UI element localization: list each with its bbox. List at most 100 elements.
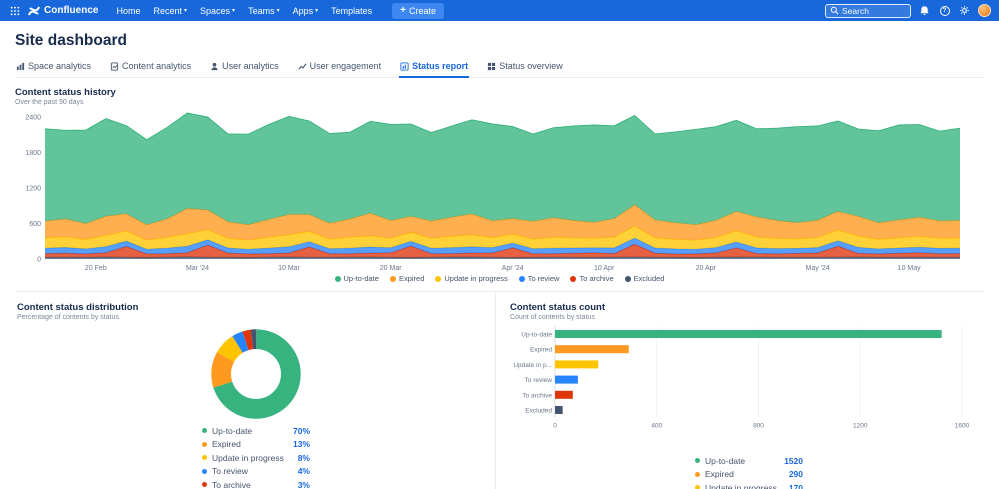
search-box[interactable] xyxy=(825,4,911,18)
legend-label: To review xyxy=(528,274,560,283)
settings-icon[interactable] xyxy=(958,4,971,17)
doc-chart-icon xyxy=(110,62,119,71)
distribution-chart-subtitle: Percentage of contents by status xyxy=(17,314,495,321)
nav-item-home[interactable]: Home xyxy=(110,3,146,19)
x-axis-tick: 10 Apr xyxy=(594,265,615,272)
count-chart-legend: Up-to-date1520Expired290Update in progre… xyxy=(695,454,803,489)
legend-label: Up-to-date xyxy=(344,274,379,283)
legend-dot xyxy=(695,458,700,463)
bar-category-label: To review xyxy=(525,377,553,384)
content-status-history-section: Content status history Over the past 90 … xyxy=(15,87,984,283)
help-icon[interactable]: ? xyxy=(938,4,951,17)
legend-item-up-to-date: Up-to-date xyxy=(335,274,379,283)
legend-dot xyxy=(625,276,631,282)
legend-dot xyxy=(202,469,207,474)
y-axis-tick: 600 xyxy=(29,221,41,228)
y-axis-tick: 1800 xyxy=(25,150,41,157)
tab-status-report[interactable]: Status report xyxy=(399,60,469,78)
x-axis-tick: 20 Mar xyxy=(380,265,402,272)
nav-item-recent[interactable]: Recent▾ xyxy=(147,3,193,19)
legend-label: Update in progress xyxy=(212,453,298,463)
bar-to-review xyxy=(555,376,578,384)
bar-excluded xyxy=(555,406,563,414)
legend-item-expired: Expired xyxy=(390,274,424,283)
legend-item-to-review: To review xyxy=(519,274,560,283)
x-axis-tick: 1200 xyxy=(853,423,868,430)
legend-label: Update in progress xyxy=(444,274,507,283)
bar-update-in-progress xyxy=(555,360,598,368)
top-nav: Confluence HomeRecent▾Spaces▾Teams▾Apps▾… xyxy=(0,0,999,21)
tab-user-engagement[interactable]: User engagement xyxy=(297,60,383,78)
x-axis-tick: 400 xyxy=(651,423,662,430)
legend-label: Excluded xyxy=(634,274,665,283)
create-button-label: Create xyxy=(409,6,436,16)
nav-item-label: Templates xyxy=(331,6,372,16)
legend-value: 290 xyxy=(789,469,803,479)
search-icon xyxy=(830,6,839,15)
nav-menu: HomeRecent▾Spaces▾Teams▾Apps▾Templates xyxy=(110,3,378,19)
legend-item-to-archive: To archive xyxy=(570,274,613,283)
bar-chart-icon xyxy=(16,62,25,71)
legend-value: 4% xyxy=(298,466,310,476)
user-icon xyxy=(210,62,219,71)
x-axis-tick: 20 Apr xyxy=(696,265,717,272)
nav-item-templates[interactable]: Templates xyxy=(325,3,378,19)
page-title: Site dashboard xyxy=(15,32,984,50)
user-avatar[interactable] xyxy=(978,4,991,17)
bar-category-label: Expired xyxy=(530,347,552,354)
tab-space-analytics[interactable]: Space analytics xyxy=(15,60,92,78)
x-axis-tick: Apr '24 xyxy=(502,265,524,272)
nav-item-spaces[interactable]: Spaces▾ xyxy=(194,3,241,19)
brand-name: Confluence xyxy=(44,5,98,16)
legend-label: Up-to-date xyxy=(212,426,293,436)
legend-value: 170 xyxy=(789,483,803,489)
y-axis-tick: 2400 xyxy=(25,115,41,122)
count-bar-chart: Up-to-dateExpiredUpdate in p...To review… xyxy=(510,324,970,452)
legend-dot xyxy=(519,276,525,282)
legend-item-excluded: Excluded xyxy=(625,274,665,283)
legend-label: Expired xyxy=(705,469,789,479)
legend-item-update-in-progress: Update in progress8% xyxy=(202,451,310,465)
history-area-chart: 060012001800240020 FebMar '2410 Mar20 Ma… xyxy=(15,109,973,273)
legend-item-to-review: To review4% xyxy=(202,465,310,479)
nav-item-label: Apps xyxy=(293,6,314,16)
legend-label: To archive xyxy=(212,480,298,489)
confluence-logo[interactable]: Confluence xyxy=(28,5,98,17)
nav-item-teams[interactable]: Teams▾ xyxy=(242,3,286,19)
analytics-tabs: Space analytics Content analytics User ana… xyxy=(15,60,984,78)
legend-dot xyxy=(435,276,441,282)
bottom-charts-row: Content status distribution Percentage o… xyxy=(15,291,984,489)
tab-label: User engagement xyxy=(310,61,382,71)
legend-item-to-archive: To archive3% xyxy=(202,478,310,489)
legend-value: 1520 xyxy=(784,456,803,466)
distribution-chart-legend: Up-to-date70%Expired13%Update in progres… xyxy=(202,424,310,489)
search-input[interactable] xyxy=(842,6,906,16)
nav-item-label: Home xyxy=(116,6,140,16)
confluence-logo-icon xyxy=(28,5,40,17)
tab-user-analytics[interactable]: User analytics xyxy=(209,60,280,78)
plus-icon: + xyxy=(400,6,406,16)
app-switcher-icon[interactable] xyxy=(8,4,21,17)
legend-dot xyxy=(335,276,341,282)
legend-value: 3% xyxy=(298,480,310,489)
report-icon xyxy=(400,62,409,71)
chevron-down-icon: ▾ xyxy=(315,8,318,14)
chevron-down-icon: ▾ xyxy=(277,8,280,14)
tab-content-analytics[interactable]: Content analytics xyxy=(109,60,192,78)
nav-item-apps[interactable]: Apps▾ xyxy=(287,3,325,19)
legend-item-up-to-date: Up-to-date1520 xyxy=(695,454,803,468)
legend-item-expired: Expired13% xyxy=(202,438,310,452)
legend-dot xyxy=(202,482,207,487)
legend-value: 8% xyxy=(298,453,310,463)
bar-category-label: To archive xyxy=(522,392,552,399)
legend-value: 13% xyxy=(293,439,310,449)
notifications-icon[interactable] xyxy=(918,4,931,17)
tab-status-overview[interactable]: Status overview xyxy=(486,60,564,78)
count-chart-subtitle: Count of contents by status xyxy=(510,314,984,321)
bar-category-label: Up-to-date xyxy=(521,332,552,339)
create-button[interactable]: + Create xyxy=(392,3,444,19)
nav-item-label: Teams xyxy=(248,6,275,16)
tab-label: Status overview xyxy=(499,61,563,71)
legend-item-expired: Expired290 xyxy=(695,468,803,482)
area-series-up-to-date xyxy=(45,113,960,225)
